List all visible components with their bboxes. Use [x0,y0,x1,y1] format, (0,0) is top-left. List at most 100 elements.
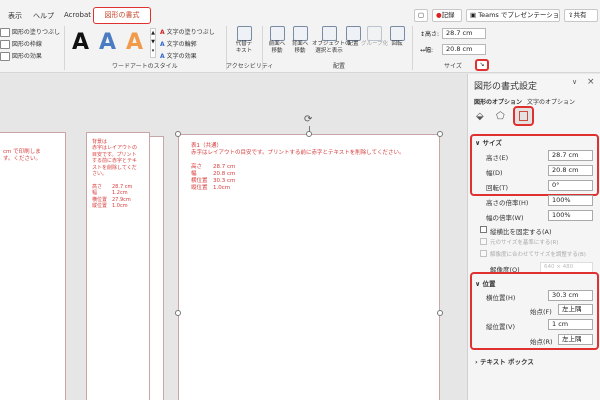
bring-forward-button[interactable]: 前面へ 移動 [266,26,288,55]
vertical-position-label: 縦位置(V) [486,323,516,331]
slide-canvas: cm で印刷しま す。ください。 背景は 赤字はレイアウトの 目安です。プリント… [0,74,467,400]
ribbon-separator [262,26,263,70]
wordart-group-label: ワードアートのスタイル [112,63,178,70]
scale-height-input[interactable]: 100% [548,195,593,206]
from-select-2[interactable]: 左上隅 [558,334,593,345]
rotation-input[interactable]: 0° [548,180,593,191]
lock-aspect-label: 縦横比を固定する(A) [490,228,552,236]
group-icon [366,26,382,41]
share-button[interactable]: ⇪共有 [564,9,598,22]
size-properties-tab[interactable] [513,106,534,126]
horizontal-position-input[interactable]: 30.3 cm [548,290,593,301]
scale-width-input[interactable]: 100% [548,210,593,221]
scale-height-label: 高さの倍率(H) [486,199,529,207]
pane-width-input[interactable]: 20.8 cm [548,165,593,176]
resize-handle[interactable] [175,131,181,137]
pane-collapse-icon[interactable]: ∨ [572,78,577,86]
send-backward-button[interactable]: 背面へ 移動 [289,26,311,55]
from-select-1[interactable]: 左上隅 [558,304,593,315]
ribbon-height-input[interactable]: 28.7 cm [442,28,486,39]
resize-handle[interactable] [306,131,312,137]
scale-width-label: 幅の倍率(W) [486,214,524,222]
text-effects-button[interactable]: A 文字の効果 [160,51,197,60]
selection-pane-icon [321,26,337,41]
rotate-icon [389,26,405,41]
record-button[interactable]: ●記録 [432,9,462,22]
rotate-handle-icon[interactable]: ⟳ [304,114,312,125]
fill-line-icon[interactable]: ⬙ [476,111,484,122]
format-shape-pane: 図形の書式設定 ∨ × 図形のオプション 文字のオプション ⬙ ⬠ ∨ サイズ … [467,74,600,400]
teams-icon: ▣ [470,11,479,19]
pen-icon [0,40,10,49]
text-effects-icon: A [160,53,165,60]
wordart-style-black[interactable]: A [72,30,89,55]
text-fill-icon: A [160,29,165,36]
effects-pentagon-icon[interactable]: ⬠ [496,111,505,122]
tab-acrobat[interactable]: Acrobat [64,11,91,19]
slide-left[interactable]: cm で印刷しま す。ください。 [0,132,66,400]
tab-view[interactable]: 表示 [8,11,22,21]
size-dialog-launcher[interactable]: ↘ [475,59,489,71]
ribbon-separator [412,26,413,70]
from-label-1: 始点(F) [530,308,552,316]
accessibility-group-label: アクセシビリティ [226,63,274,70]
pane-width-label: 幅(D) [486,169,503,177]
rotation-label: 回転(T) [486,184,509,192]
bring-forward-icon [269,26,285,41]
vertical-position-input[interactable]: 1 cm [548,319,593,330]
relative-original-label: 元のサイズを基準にする(R) [490,240,559,246]
from-label-2: 始点(R) [530,338,553,346]
send-backward-icon [292,26,308,41]
slide-left-note: cm で印刷しま す。ください。 [3,149,41,162]
shape-effects-button[interactable]: 図形の効果 [0,51,42,61]
pane-height-input[interactable]: 28.7 cm [548,150,593,161]
slide-main[interactable]: 表1（共通） 赤字はレイアウトの目安です。プリントする前に赤字とテキストを削除し… [178,134,440,400]
pane-height-label: 高さ(E) [486,154,509,162]
horizontal-position-label: 横位置(H) [486,294,516,302]
align-icon [346,26,361,41]
tab-shape-options[interactable]: 図形のオプション [474,97,522,106]
relative-original-checkbox[interactable] [480,238,487,245]
rotate-button[interactable]: 回転 [389,26,405,48]
ribbon-separator [64,26,65,70]
size-group-label: サイズ [444,63,462,70]
paint-bucket-icon [0,28,10,37]
wordart-style-orange[interactable]: A [126,30,143,55]
tab-text-options[interactable]: 文字のオプション [527,97,575,106]
slide-middle[interactable]: 背景は 赤字はレイアウトの 目安です。プリント する前に赤字とテキ ストを削除し… [86,132,150,400]
arrange-group-label: 配置 [333,63,346,70]
group-button[interactable]: グループ化 [361,26,388,48]
chevron-down-icon: ∨ [475,139,483,147]
teams-present-button[interactable]: ▣ Teams でプレゼンテーション [466,9,560,22]
position-section-header[interactable]: ∨ 位置 [475,278,496,288]
ribbon-height-label: ↕高さ: [420,31,440,38]
slide-main-note: 表1（共通） 赤字はレイアウトの目安です。プリントする前に赤字とテキストを削除し… [191,143,405,191]
size-section-header[interactable]: ∨ サイズ [475,137,502,147]
text-fill-button[interactable]: A 文字の塗りつぶし [160,27,215,36]
shape-outline-button[interactable]: 図形の枠線 [0,39,42,49]
alt-text-button[interactable]: 代替テ キスト [232,26,256,55]
dialog-launcher-icon: ↘ [479,61,485,68]
wordart-style-blue[interactable]: A [99,30,116,55]
resize-handle[interactable] [175,310,181,316]
comment-button[interactable]: ▢ [414,9,428,22]
selection-pane-button[interactable]: オブジェクトの 選択と表示 [312,26,351,55]
resize-handle[interactable] [437,310,443,316]
size-properties-icon [519,111,528,121]
wordart-gallery-scroll[interactable]: ▲ ▼ ▾ [150,28,156,58]
tab-help[interactable]: ヘルプ [33,11,54,21]
slide-middle-note: 背景は 赤字はレイアウトの 目安です。プリント する前に赤字とテキ ストを削除し… [92,139,138,210]
textbox-section-header[interactable]: › テキスト ボックス [475,356,534,366]
ribbon-width-input[interactable]: 20.8 cm [442,44,486,55]
pane-close-icon[interactable]: × [587,77,595,87]
best-scale-label: 解像度に合わせてサイズを調整する(B) [490,252,586,258]
alt-text-icon [236,26,252,41]
align-button[interactable]: 配置 [346,26,361,48]
tab-shape-format[interactable]: 図形の書式 [93,7,151,24]
shape-fill-button[interactable]: 図形の塗りつぶし [0,27,60,37]
best-scale-checkbox[interactable] [480,250,487,257]
lock-aspect-checkbox[interactable] [480,226,487,233]
effects-icon [0,52,10,61]
resize-handle[interactable] [437,131,443,137]
text-outline-button[interactable]: A 文字の輪郭 [160,39,197,48]
